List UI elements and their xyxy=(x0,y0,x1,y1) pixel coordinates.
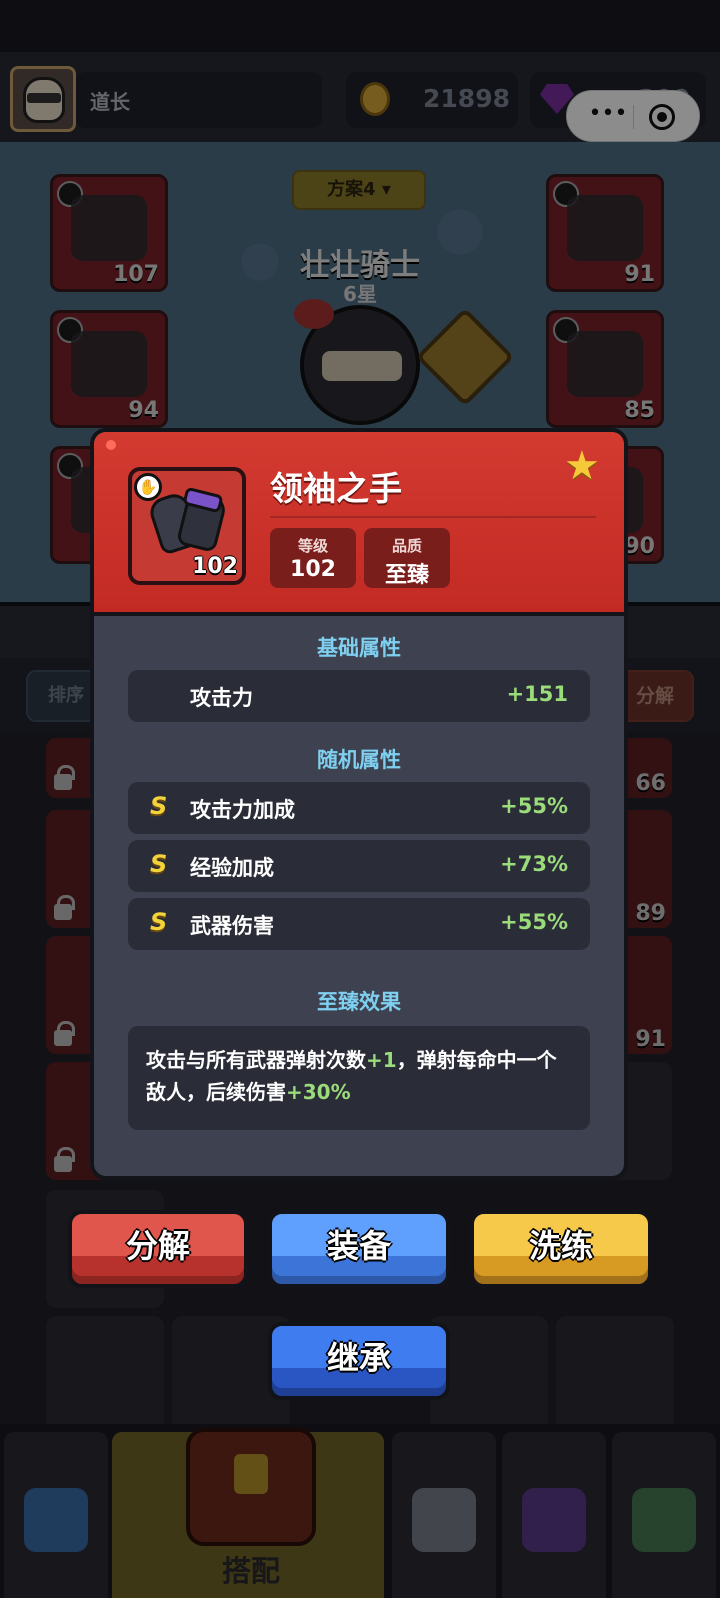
perfect-effect-title: 至臻效果 xyxy=(317,990,401,1014)
header-divider xyxy=(270,516,596,518)
random-attribute-row: S 攻击力加成 +55% xyxy=(128,782,590,834)
base-attributes-title: 基础属性 xyxy=(317,636,401,660)
grade-badge: S xyxy=(150,850,168,878)
attr-label: 攻击力 xyxy=(190,686,253,710)
perfect-effect-text: 攻击与所有武器弹射次数+1，弹射每命中一个敌人，后续伤害+30% xyxy=(128,1026,590,1130)
gloves-icon xyxy=(146,486,229,557)
effect-text-a: 攻击与所有武器弹射次数 xyxy=(146,1048,366,1072)
item-detail-card: ✋ 102 领袖之手 ★ 等级 102 品质 至臻 基础属性 攻击力 +151 … xyxy=(90,428,628,1180)
level-value: 102 xyxy=(290,557,336,582)
random-attribute-row: S 经验加成 +73% xyxy=(128,840,590,892)
level-label: 等级 xyxy=(297,537,328,555)
attr-label: 攻击力加成 xyxy=(190,798,295,822)
grade-badge: S xyxy=(150,908,168,936)
item-icon-level: 102 xyxy=(192,554,238,579)
attr-value: +73% xyxy=(500,852,568,876)
equip-button[interactable]: 装备 xyxy=(268,1210,450,1288)
decompose-button[interactable]: 分解 xyxy=(68,1210,248,1288)
item-name: 领袖之手 xyxy=(270,469,402,508)
quality-chip: 品质 至臻 xyxy=(364,528,450,588)
header-dot xyxy=(106,440,116,450)
attr-value: +55% xyxy=(500,794,568,818)
quality-label: 品质 xyxy=(391,537,422,555)
attr-label: 经验加成 xyxy=(190,856,274,880)
random-attribute-row: S 武器伤害 +55% xyxy=(128,898,590,950)
item-icon-frame: ✋ 102 xyxy=(128,467,246,585)
effect-highlight-a: +1 xyxy=(366,1048,397,1072)
effect-highlight-b: +30% xyxy=(286,1080,351,1104)
quality-value: 至臻 xyxy=(384,563,429,588)
level-chip: 等级 102 xyxy=(270,528,356,588)
grade-badge: S xyxy=(150,792,168,820)
attr-value: +151 xyxy=(506,682,568,706)
base-attribute-row: 攻击力 +151 xyxy=(128,670,590,722)
reforge-button[interactable]: 洗练 xyxy=(470,1210,652,1288)
item-card-header: ✋ 102 领袖之手 ★ 等级 102 品质 至臻 xyxy=(94,432,624,616)
attr-label: 武器伤害 xyxy=(190,914,274,938)
attr-value: +55% xyxy=(500,910,568,934)
inherit-button[interactable]: 继承 xyxy=(268,1322,450,1400)
random-attributes-title: 随机属性 xyxy=(317,748,401,772)
star-icon[interactable]: ★ xyxy=(564,446,600,486)
